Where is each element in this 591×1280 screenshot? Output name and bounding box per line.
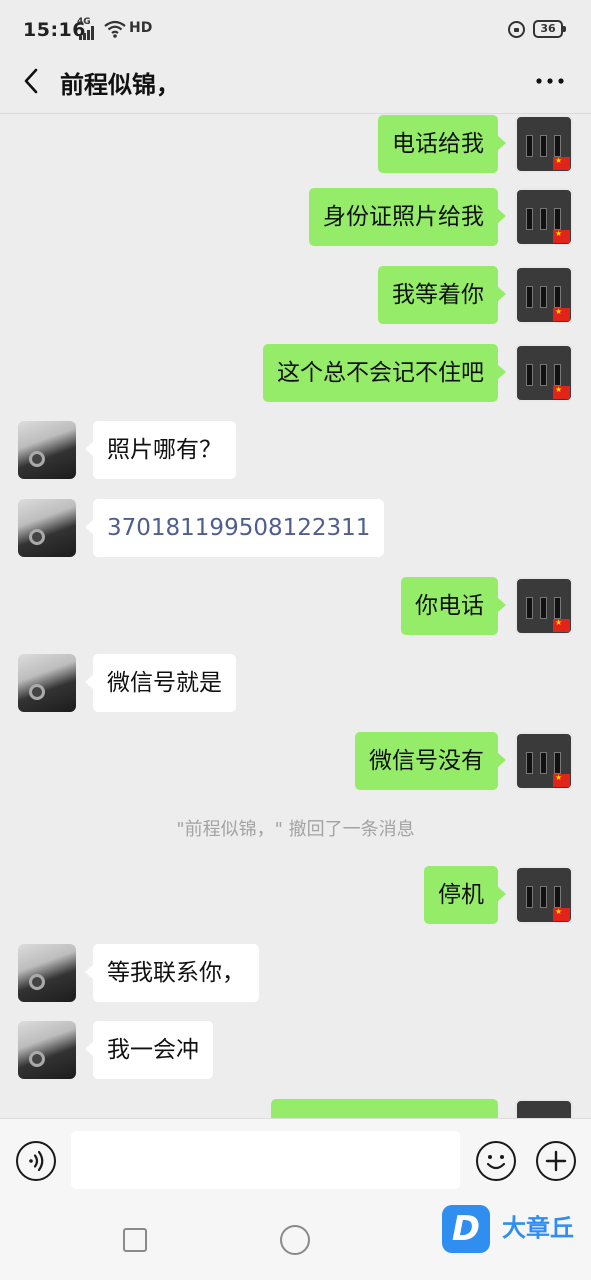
china-flag-icon [553, 156, 570, 170]
chat-header: 前程似锦， [0, 56, 591, 114]
wifi-icon [104, 20, 126, 38]
battery-icon: 36 [533, 20, 566, 38]
message-bubble-received[interactable]: 微信号就是 [85, 654, 236, 712]
message-bubble-sent[interactable]: 身份证照片给我 [309, 188, 506, 246]
my-avatar[interactable] [515, 115, 573, 173]
message-input[interactable] [71, 1131, 460, 1189]
message-bubble-sent[interactable] [271, 1099, 498, 1118]
message-row: 我等着你 [0, 266, 591, 326]
message-bubble-received[interactable]: 我一会冲 [85, 1021, 213, 1079]
message-row: 照片哪有？ [0, 421, 591, 481]
my-avatar[interactable] [515, 188, 573, 246]
status-bar: 15:16 4G HD 36 [0, 0, 591, 56]
china-flag-icon [553, 307, 570, 321]
message-bubble-sent[interactable]: 你电话 [401, 577, 506, 635]
rotation-lock-icon [508, 21, 525, 38]
watermark-text: 大章丘 [502, 1214, 574, 1242]
chat-title: 前程似锦， [60, 71, 180, 99]
message-row [0, 1099, 591, 1118]
back-arrow-icon[interactable] [18, 66, 48, 96]
my-avatar[interactable] [515, 577, 573, 635]
message-row: 身份证照片给我 [0, 188, 591, 248]
my-avatar[interactable] [515, 866, 573, 924]
message-bubble-sent[interactable]: 我等着你 [378, 266, 506, 324]
message-bubble-sent[interactable]: 微信号没有 [355, 732, 506, 790]
message-row: 微信号就是 [0, 654, 591, 714]
message-bubble-received[interactable]: 照片哪有？ [85, 421, 236, 479]
contact-avatar[interactable] [18, 499, 76, 557]
my-avatar[interactable] [515, 1099, 573, 1118]
message-row: 370181199508122311 [0, 499, 591, 559]
message-bubble-sent[interactable]: 停机 [424, 866, 506, 924]
china-flag-icon [553, 907, 570, 921]
china-flag-icon [553, 385, 570, 399]
signal-icon [79, 26, 97, 40]
plus-icon[interactable] [536, 1141, 576, 1181]
my-avatar[interactable] [515, 732, 573, 790]
message-row: 电话给我 [0, 115, 591, 175]
watermark-logo: D [442, 1205, 490, 1253]
message-row: 我一会冲 [0, 1021, 591, 1081]
message-bubble-sent[interactable]: 电话给我 [378, 115, 506, 173]
china-flag-icon [553, 618, 570, 632]
recall-notice: "前程似锦，" 撤回了一条消息 [176, 819, 415, 840]
contact-avatar[interactable] [18, 421, 76, 479]
message-row: 这个总不会记不住吧 [0, 344, 591, 404]
message-row: 停机 [0, 866, 591, 926]
more-options-icon[interactable] [534, 66, 566, 96]
input-bar [0, 1118, 591, 1202]
my-avatar[interactable] [515, 266, 573, 324]
hd-indicator: HD [129, 20, 153, 36]
voice-input-icon[interactable] [16, 1141, 56, 1181]
message-bubble-sent[interactable]: 这个总不会记不住吧 [263, 344, 506, 402]
emoji-icon[interactable] [476, 1141, 516, 1181]
china-flag-icon [553, 773, 570, 787]
contact-avatar[interactable] [18, 944, 76, 1002]
recents-icon[interactable] [123, 1228, 147, 1252]
message-row: 你电话 [0, 577, 591, 637]
message-bubble-received-number-link[interactable]: 370181199508122311 [84, 499, 385, 557]
my-avatar[interactable] [515, 344, 573, 402]
home-icon[interactable] [280, 1225, 310, 1255]
china-flag-icon [553, 229, 570, 243]
message-row: 等我联系你， [0, 944, 591, 1004]
chat-message-list[interactable]: 电话给我 身份证照片给我 我等着你 这个总不会记不住吧 照片哪有？ 370181… [0, 115, 591, 1118]
contact-avatar[interactable] [18, 654, 76, 712]
contact-avatar[interactable] [18, 1021, 76, 1079]
message-row: 微信号没有 [0, 732, 591, 792]
system-nav-bar: D 大章丘 [0, 1202, 591, 1280]
message-bubble-received[interactable]: 等我联系你， [85, 944, 259, 1002]
